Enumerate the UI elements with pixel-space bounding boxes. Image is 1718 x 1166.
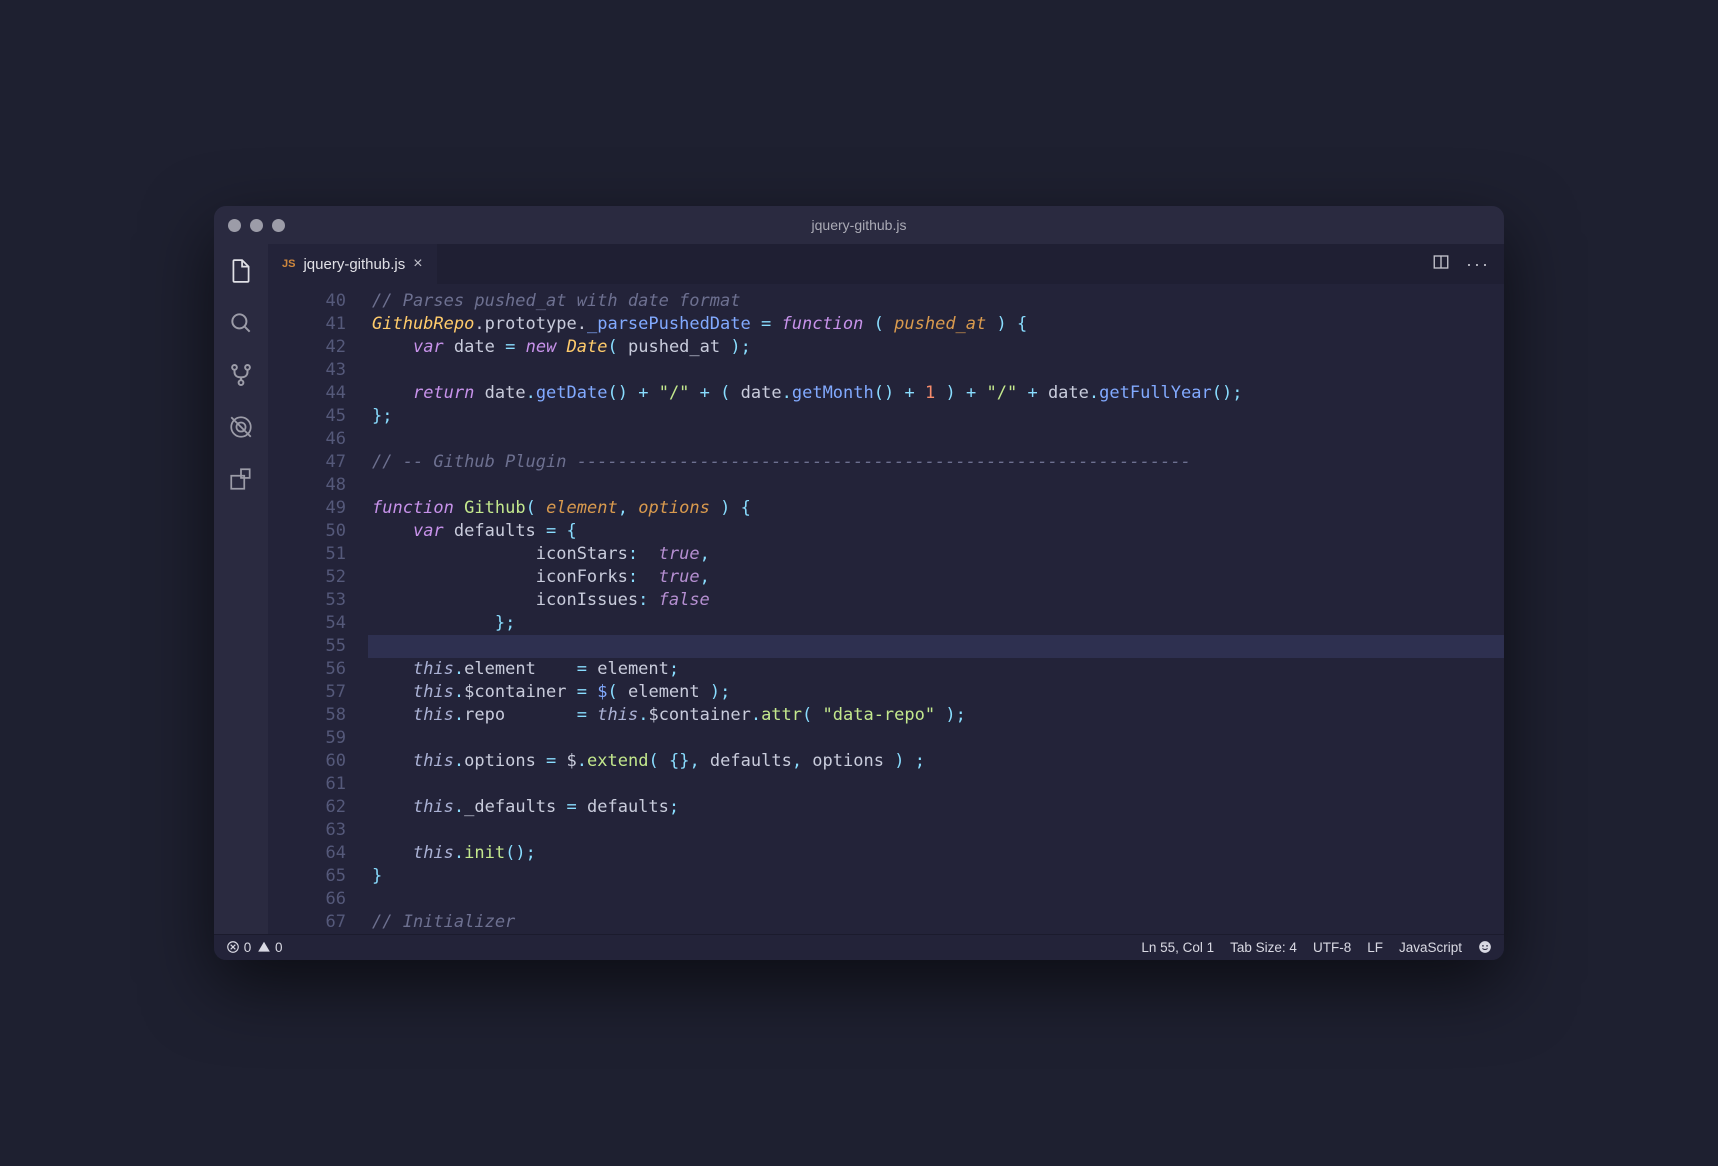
line-number: 49	[268, 497, 346, 520]
code-line[interactable]: return date.getDate() + "/" + ( date.get…	[368, 382, 1504, 405]
line-number: 62	[268, 796, 346, 819]
code-line[interactable]	[368, 773, 1504, 796]
code-line[interactable]	[368, 428, 1504, 451]
line-number: 56	[268, 658, 346, 681]
split-editor-icon[interactable]	[1432, 253, 1450, 276]
line-number: 50	[268, 520, 346, 543]
code-line[interactable]: var defaults = {	[368, 520, 1504, 543]
code-line[interactable]	[368, 888, 1504, 911]
tab-bar: JS jquery-github.js × ···	[268, 244, 1504, 284]
cursor-position[interactable]: Ln 55, Col 1	[1141, 940, 1214, 955]
line-number: 60	[268, 750, 346, 773]
code-line[interactable]: iconStars: true,	[368, 543, 1504, 566]
eol[interactable]: LF	[1367, 940, 1383, 955]
minimize-window-button[interactable]	[250, 219, 263, 232]
line-number: 63	[268, 819, 346, 842]
language-mode[interactable]: JavaScript	[1399, 940, 1462, 955]
line-number: 54	[268, 612, 346, 635]
code-line[interactable]: }	[368, 865, 1504, 888]
line-number: 42	[268, 336, 346, 359]
line-number: 48	[268, 474, 346, 497]
line-number: 52	[268, 566, 346, 589]
code-line[interactable]: };	[368, 612, 1504, 635]
code-line[interactable]	[368, 359, 1504, 382]
code-editor[interactable]: 4041424344454647484950515253545556575859…	[268, 284, 1504, 934]
line-number: 57	[268, 681, 346, 704]
line-number: 58	[268, 704, 346, 727]
code-line[interactable]: this.init();	[368, 842, 1504, 865]
line-number: 40	[268, 290, 346, 313]
editor-window: jquery-github.js JS jquery	[214, 206, 1504, 960]
line-number: 67	[268, 911, 346, 934]
line-number: 47	[268, 451, 346, 474]
js-badge-icon: JS	[282, 258, 295, 270]
source-control-icon[interactable]	[226, 360, 256, 390]
line-number: 45	[268, 405, 346, 428]
code-line[interactable]: this.options = $.extend( {}, defaults, o…	[368, 750, 1504, 773]
code-line[interactable]: function Github( element, options ) {	[368, 497, 1504, 520]
code-line[interactable]: this.repo = this.$container.attr( "data-…	[368, 704, 1504, 727]
debug-icon[interactable]	[226, 412, 256, 442]
code-line[interactable]: // -- Github Plugin --------------------…	[368, 451, 1504, 474]
explorer-icon[interactable]	[226, 256, 256, 286]
code-line[interactable]: iconIssues: false	[368, 589, 1504, 612]
more-actions-icon[interactable]: ···	[1466, 254, 1490, 275]
tab-size[interactable]: Tab Size: 4	[1230, 940, 1297, 955]
code-line[interactable]: this.element = element;	[368, 658, 1504, 681]
tab-jquery-github[interactable]: JS jquery-github.js ×	[268, 244, 437, 284]
encoding[interactable]: UTF-8	[1313, 940, 1351, 955]
window-title: jquery-github.js	[812, 217, 907, 233]
search-icon[interactable]	[226, 308, 256, 338]
close-window-button[interactable]	[228, 219, 241, 232]
code-line[interactable]	[368, 474, 1504, 497]
status-bar: 0 0 Ln 55, Col 1 Tab Size: 4 UTF-8 LF Ja…	[214, 934, 1504, 960]
code-line[interactable]: this._defaults = defaults;	[368, 796, 1504, 819]
activity-bar	[214, 244, 268, 934]
line-number-gutter: 4041424344454647484950515253545556575859…	[268, 290, 368, 934]
code-line[interactable]: // Initializer	[368, 911, 1504, 934]
code-content[interactable]: // Parses pushed_at with date formatGith…	[368, 290, 1504, 934]
window-controls	[228, 219, 285, 232]
line-number: 59	[268, 727, 346, 750]
warnings-indicator[interactable]: 0	[257, 940, 282, 955]
line-number: 46	[268, 428, 346, 451]
errors-indicator[interactable]: 0	[226, 940, 251, 955]
line-number: 51	[268, 543, 346, 566]
titlebar: jquery-github.js	[214, 206, 1504, 244]
code-line[interactable]: var date = new Date( pushed_at );	[368, 336, 1504, 359]
line-number: 64	[268, 842, 346, 865]
extensions-icon[interactable]	[226, 464, 256, 494]
line-number: 41	[268, 313, 346, 336]
code-line[interactable]	[368, 819, 1504, 842]
code-line[interactable]: this.$container = $( element );	[368, 681, 1504, 704]
code-line[interactable]	[368, 727, 1504, 750]
line-number: 61	[268, 773, 346, 796]
line-number: 44	[268, 382, 346, 405]
line-number: 65	[268, 865, 346, 888]
feedback-icon[interactable]	[1478, 940, 1492, 955]
tab-filename: jquery-github.js	[303, 256, 405, 273]
code-line[interactable]: iconForks: true,	[368, 566, 1504, 589]
line-number: 55	[268, 635, 346, 658]
line-number: 53	[268, 589, 346, 612]
line-number: 66	[268, 888, 346, 911]
zoom-window-button[interactable]	[272, 219, 285, 232]
code-line[interactable]: GithubRepo.prototype._parsePushedDate = …	[368, 313, 1504, 336]
code-line[interactable]: // Parses pushed_at with date format	[368, 290, 1504, 313]
line-number: 43	[268, 359, 346, 382]
close-tab-icon[interactable]: ×	[413, 255, 422, 273]
code-line[interactable]	[368, 635, 1504, 658]
code-line[interactable]: };	[368, 405, 1504, 428]
